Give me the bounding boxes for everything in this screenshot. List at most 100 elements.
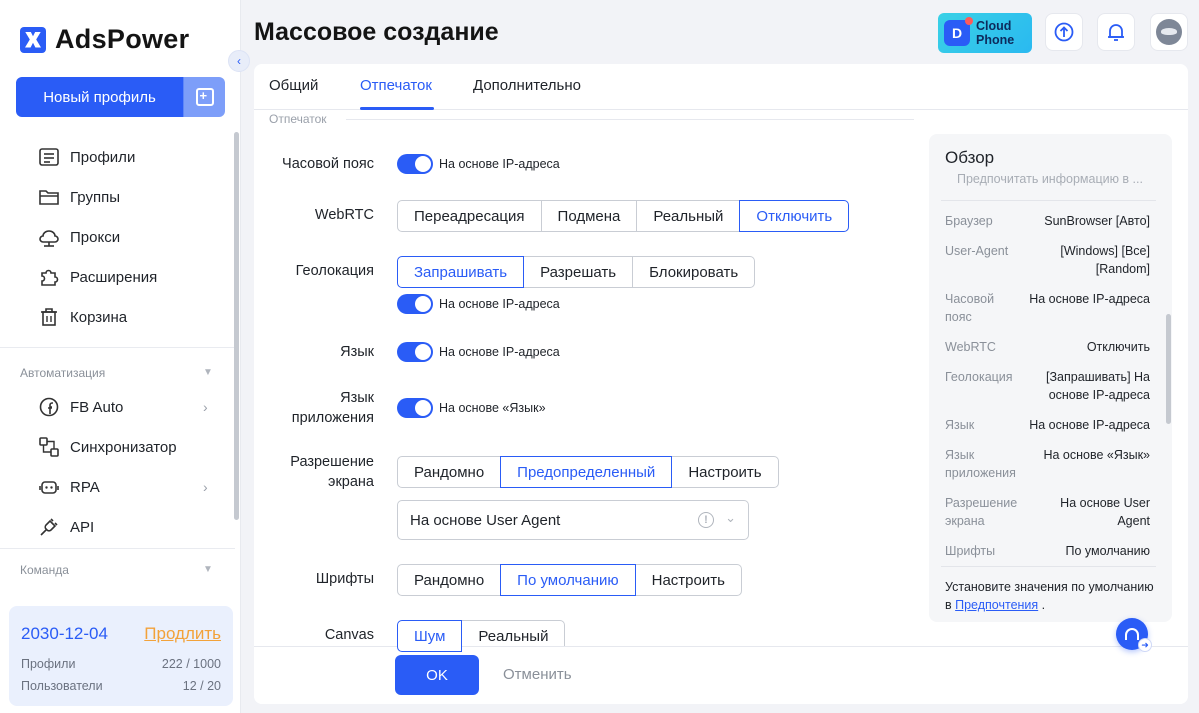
overview-scrollbar[interactable] <box>1166 314 1171 424</box>
webrtc-option-replace[interactable]: Подмена <box>540 200 638 232</box>
timezone-toggle[interactable] <box>397 154 433 174</box>
sidebar-divider <box>0 347 235 348</box>
geolocation-option-block[interactable]: Блокировать <box>632 256 756 288</box>
overview-note-end: . <box>1041 598 1046 612</box>
sidebar-item-trash[interactable]: Корзина <box>38 305 127 329</box>
form-footer: OK Отменить <box>254 646 1188 704</box>
headset-icon <box>1125 628 1139 640</box>
geolocation-option-ask[interactable]: Запрашивать <box>397 256 525 288</box>
trash-icon <box>38 306 60 328</box>
webrtc-option-forward[interactable]: Переадресация <box>397 200 542 232</box>
fonts-option-random[interactable]: Рандомно <box>397 564 502 596</box>
overview-key-webrtc: WebRTC <box>945 340 996 354</box>
webrtc-label: WebRTC <box>314 207 374 223</box>
resolution-option-custom[interactable]: Настроить <box>671 456 779 488</box>
update-button[interactable] <box>1045 13 1083 51</box>
sidebar-item-api[interactable]: API <box>38 515 94 539</box>
sidebar-item-groups[interactable]: Группы <box>38 185 120 209</box>
overview-key-timezone: Часовой пояс <box>945 292 995 324</box>
resolution-label-line1: Разрешение <box>290 454 374 470</box>
page-title: Массовое создание <box>254 18 499 46</box>
sidebar-item-fb-auto[interactable]: FB Auto › <box>38 395 208 419</box>
user-avatar[interactable] <box>1150 13 1188 51</box>
fonts-option-custom[interactable]: Настроить <box>634 564 742 596</box>
canvas-option-noise[interactable]: Шум <box>397 620 463 652</box>
profiles-icon <box>38 146 60 168</box>
sidebar-item-label: API <box>70 518 95 536</box>
sidebar-item-label: Группы <box>70 188 120 206</box>
chevron-right-icon: › <box>203 479 208 495</box>
overview-preference-hint[interactable]: Предпочитать информацию в ... <box>957 172 1143 186</box>
renew-link[interactable]: Продлить <box>144 624 221 644</box>
geolocation-option-allow[interactable]: Разрешать <box>523 256 634 288</box>
timezone-toggle-label: На основе IP-адреса <box>439 157 560 171</box>
fonts-option-default[interactable]: По умолчанию <box>500 564 636 596</box>
overview-note: Установите значения по умолчанию в Предп… <box>945 578 1160 614</box>
tab-advanced[interactable]: Дополнительно <box>473 77 581 94</box>
caret-down-icon[interactable]: ▼ <box>203 564 213 575</box>
preferences-link[interactable]: Предпочтения <box>955 598 1038 612</box>
cloud-phone-button[interactable]: D Cloud Phone <box>938 13 1032 53</box>
overview-value-geolocation: [Запрашивать] На основе IP-адреса <box>1046 370 1150 402</box>
active-tab-indicator <box>360 107 434 110</box>
app-language-toggle[interactable] <box>397 398 433 418</box>
batch-create-button[interactable] <box>183 77 225 117</box>
sidebar-item-label: Прокси <box>70 228 121 246</box>
new-profile-button-group: Новый профиль <box>16 77 225 117</box>
overview-value-language: На основе IP-адреса <box>1029 418 1150 432</box>
sidebar-item-label: RPA <box>70 478 100 496</box>
cloud-phone-label-line2: Phone <box>976 33 1015 47</box>
language-label: Язык <box>340 344 374 360</box>
info-icon[interactable]: ! <box>698 512 714 528</box>
proxy-icon <box>38 226 60 248</box>
ok-button[interactable]: OK <box>395 655 479 695</box>
caret-down-icon[interactable]: ▼ <box>203 367 213 378</box>
sidebar-item-proxy[interactable]: Прокси <box>38 225 120 249</box>
plug-icon <box>38 516 60 538</box>
collapse-sidebar-button[interactable]: ‹ <box>228 50 250 72</box>
arrow-right-icon: ➜ <box>1138 638 1152 652</box>
plan-expiry-date: 2030-12-04 <box>21 624 108 643</box>
overview-key-resolution: Разрешение экрана <box>945 496 1018 528</box>
app-language-label-line1: Язык <box>340 390 374 406</box>
profiles-quota-value: 222 / 1000 <box>161 657 221 671</box>
sidebar-item-extensions[interactable]: Расширения <box>38 265 157 289</box>
section-legend-line <box>346 119 914 120</box>
tab-fingerprint[interactable]: Отпечаток <box>360 77 432 94</box>
cancel-button[interactable]: Отменить <box>503 666 572 683</box>
team-section-label: Команда <box>20 563 69 577</box>
resolution-option-predefined[interactable]: Предопределенный <box>500 456 673 488</box>
avatar-icon <box>1156 19 1182 45</box>
notifications-button[interactable] <box>1097 13 1135 51</box>
support-button[interactable]: ➜ <box>1116 618 1152 652</box>
users-quota-row: Пользователи 12 / 20 <box>21 679 221 693</box>
geolocation-toggle-label: На основе IP-адреса <box>439 297 560 311</box>
sidebar-item-profiles[interactable]: Профили <box>38 145 135 169</box>
app-language-toggle-label: На основе «Язык» <box>439 401 546 415</box>
cloud-phone-icon: D <box>944 17 973 46</box>
overview-value-timezone: На основе IP-адреса <box>1029 292 1150 306</box>
chevron-right-icon: › <box>203 399 208 415</box>
resolution-option-random[interactable]: Рандомно <box>397 456 502 488</box>
geolocation-ip-toggle[interactable] <box>397 294 433 314</box>
new-profile-button[interactable]: Новый профиль <box>16 77 183 117</box>
robot-icon <box>38 476 60 498</box>
tab-general[interactable]: Общий <box>269 77 318 94</box>
webrtc-option-disable[interactable]: Отключить <box>739 200 850 232</box>
webrtc-option-real[interactable]: Реальный <box>636 200 741 232</box>
resolution-select[interactable]: На основе User Agent ! ⌄ <box>397 500 749 540</box>
sidebar-item-label: FB Auto <box>70 398 124 416</box>
adspower-logo-icon <box>20 26 46 53</box>
sidebar-scrollbar[interactable] <box>234 132 239 520</box>
update-icon <box>1054 22 1074 42</box>
language-toggle[interactable] <box>397 342 433 362</box>
users-quota-label: Пользователи <box>21 679 103 693</box>
folder-icon <box>38 186 60 208</box>
resolution-select-value: На основе User Agent <box>410 511 561 529</box>
sidebar: AdsPower Новый профиль Профили Группы Пр… <box>0 0 241 713</box>
users-quota-value: 12 / 20 <box>182 679 221 693</box>
sidebar-item-rpa[interactable]: RPA › <box>38 475 208 499</box>
bell-icon <box>1108 24 1124 41</box>
sidebar-item-synchronizer[interactable]: Синхронизатор <box>38 435 177 459</box>
brand-logo[interactable]: AdsPower <box>20 24 189 55</box>
